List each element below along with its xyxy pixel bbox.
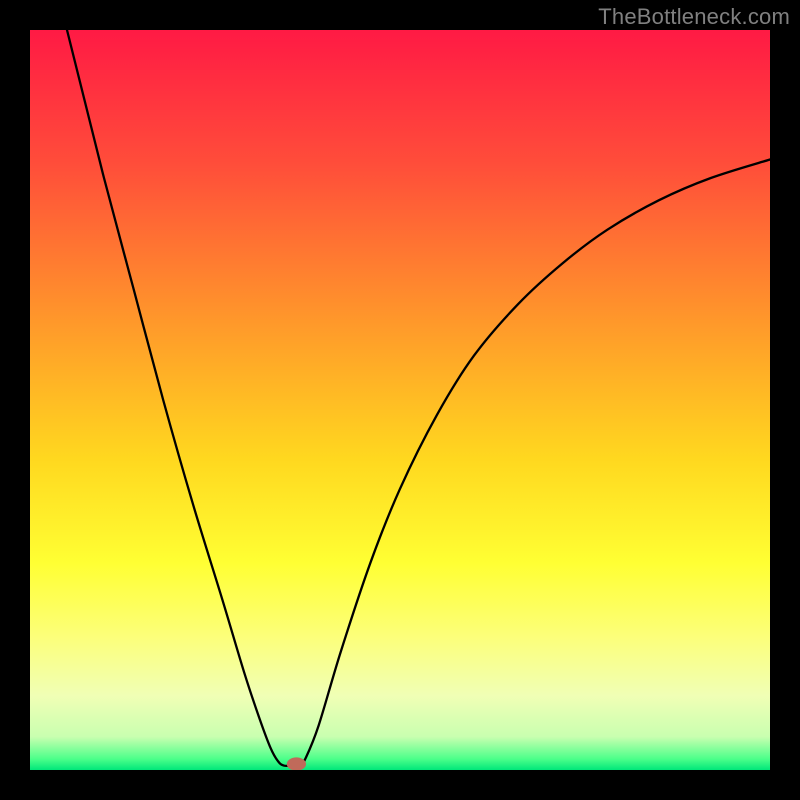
gradient-bg: [30, 30, 770, 770]
watermark-text: TheBottleneck.com: [598, 4, 790, 30]
chart-frame: TheBottleneck.com: [0, 0, 800, 800]
plot-area: [30, 30, 770, 770]
chart-svg: [30, 30, 770, 770]
